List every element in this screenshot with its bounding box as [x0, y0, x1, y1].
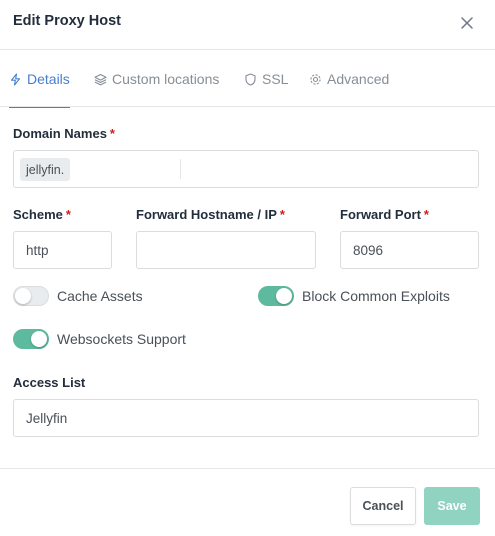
switch-knob — [31, 331, 47, 347]
tab-ssl[interactable]: SSL — [244, 51, 288, 107]
gear-icon — [310, 73, 321, 85]
websockets-toggle[interactable]: Websockets Support — [13, 329, 186, 349]
tab-details[interactable]: Details — [9, 51, 70, 108]
websockets-switch[interactable] — [13, 329, 49, 349]
access-list-label: Access List — [13, 375, 86, 390]
scheme-value: http — [26, 242, 49, 258]
cache-assets-label: Cache Assets — [57, 288, 143, 304]
forward-hostname-input[interactable] — [136, 231, 316, 269]
modal-title: Edit Proxy Host — [13, 13, 121, 29]
scheme-input[interactable]: http — [13, 231, 112, 269]
block-exploits-switch[interactable] — [258, 286, 294, 306]
forward-port-label-text: Forward Port — [340, 207, 421, 222]
forward-port-label: Forward Port * — [340, 207, 429, 222]
tab-label: Details — [27, 71, 70, 87]
required-mark: * — [423, 207, 429, 222]
save-button[interactable]: Save — [424, 487, 480, 525]
block-exploits-toggle[interactable]: Block Common Exploits — [258, 286, 450, 306]
cache-assets-toggle[interactable]: Cache Assets — [13, 286, 143, 306]
modal-header: Edit Proxy Host — [0, 0, 495, 50]
forward-hostname-label: Forward Hostname / IP * — [136, 207, 285, 222]
access-list-select[interactable]: Jellyfin — [13, 399, 479, 437]
websockets-label: Websockets Support — [57, 331, 186, 347]
close-icon[interactable] — [459, 12, 475, 32]
layers-icon — [94, 73, 107, 85]
switch-knob — [276, 288, 292, 304]
required-mark: * — [65, 207, 71, 222]
forward-hostname-label-text: Forward Hostname / IP — [136, 207, 277, 222]
tab-label: Custom locations — [112, 71, 220, 87]
domain-names-input[interactable]: jellyfin. — [13, 150, 479, 188]
forward-port-value: 8096 — [353, 242, 384, 258]
shield-icon — [245, 72, 256, 86]
required-mark: * — [279, 207, 285, 222]
access-list-value: Jellyfin — [26, 410, 68, 426]
tab-label: Advanced — [327, 71, 390, 87]
scheme-label: Scheme * — [13, 207, 71, 222]
lightning-icon — [10, 72, 21, 86]
cancel-button[interactable]: Cancel — [350, 487, 416, 525]
chip-divider — [180, 159, 181, 179]
tab-advanced[interactable]: Advanced — [309, 51, 389, 107]
domain-names-label: Domain Names * — [13, 126, 115, 141]
tab-custom-locations[interactable]: Custom locations — [94, 51, 219, 107]
scheme-label-text: Scheme — [13, 207, 63, 222]
switch-knob — [15, 288, 31, 304]
tab-bar: Details Custom locations SSL Advanced — [0, 51, 495, 108]
tab-label: SSL — [262, 71, 289, 87]
required-mark: * — [109, 126, 115, 141]
modal-footer: Cancel Save — [0, 468, 495, 536]
forward-port-input[interactable]: 8096 — [340, 231, 479, 269]
cache-assets-switch[interactable] — [13, 286, 49, 306]
domain-chip[interactable]: jellyfin. — [20, 158, 71, 181]
block-exploits-label: Block Common Exploits — [302, 288, 450, 304]
domain-names-label-text: Domain Names — [13, 126, 107, 141]
